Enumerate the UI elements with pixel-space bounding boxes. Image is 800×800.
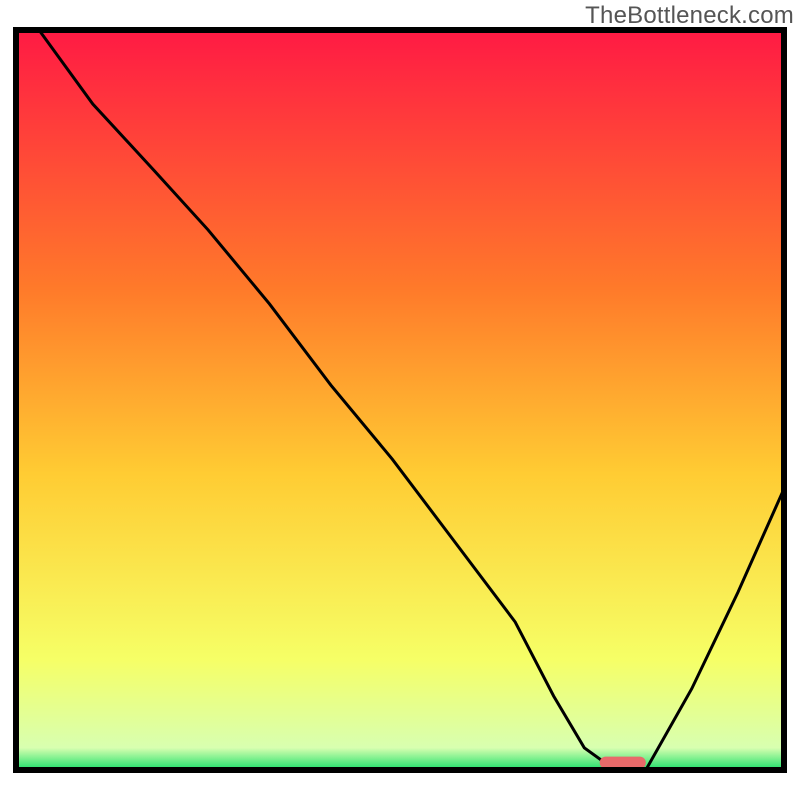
chart-container: TheBottleneck.com xyxy=(0,0,800,800)
optimum-marker xyxy=(600,757,646,769)
bottleneck-chart xyxy=(0,0,800,800)
watermark-label: TheBottleneck.com xyxy=(585,2,794,30)
plot-gradient-bg xyxy=(16,30,784,770)
